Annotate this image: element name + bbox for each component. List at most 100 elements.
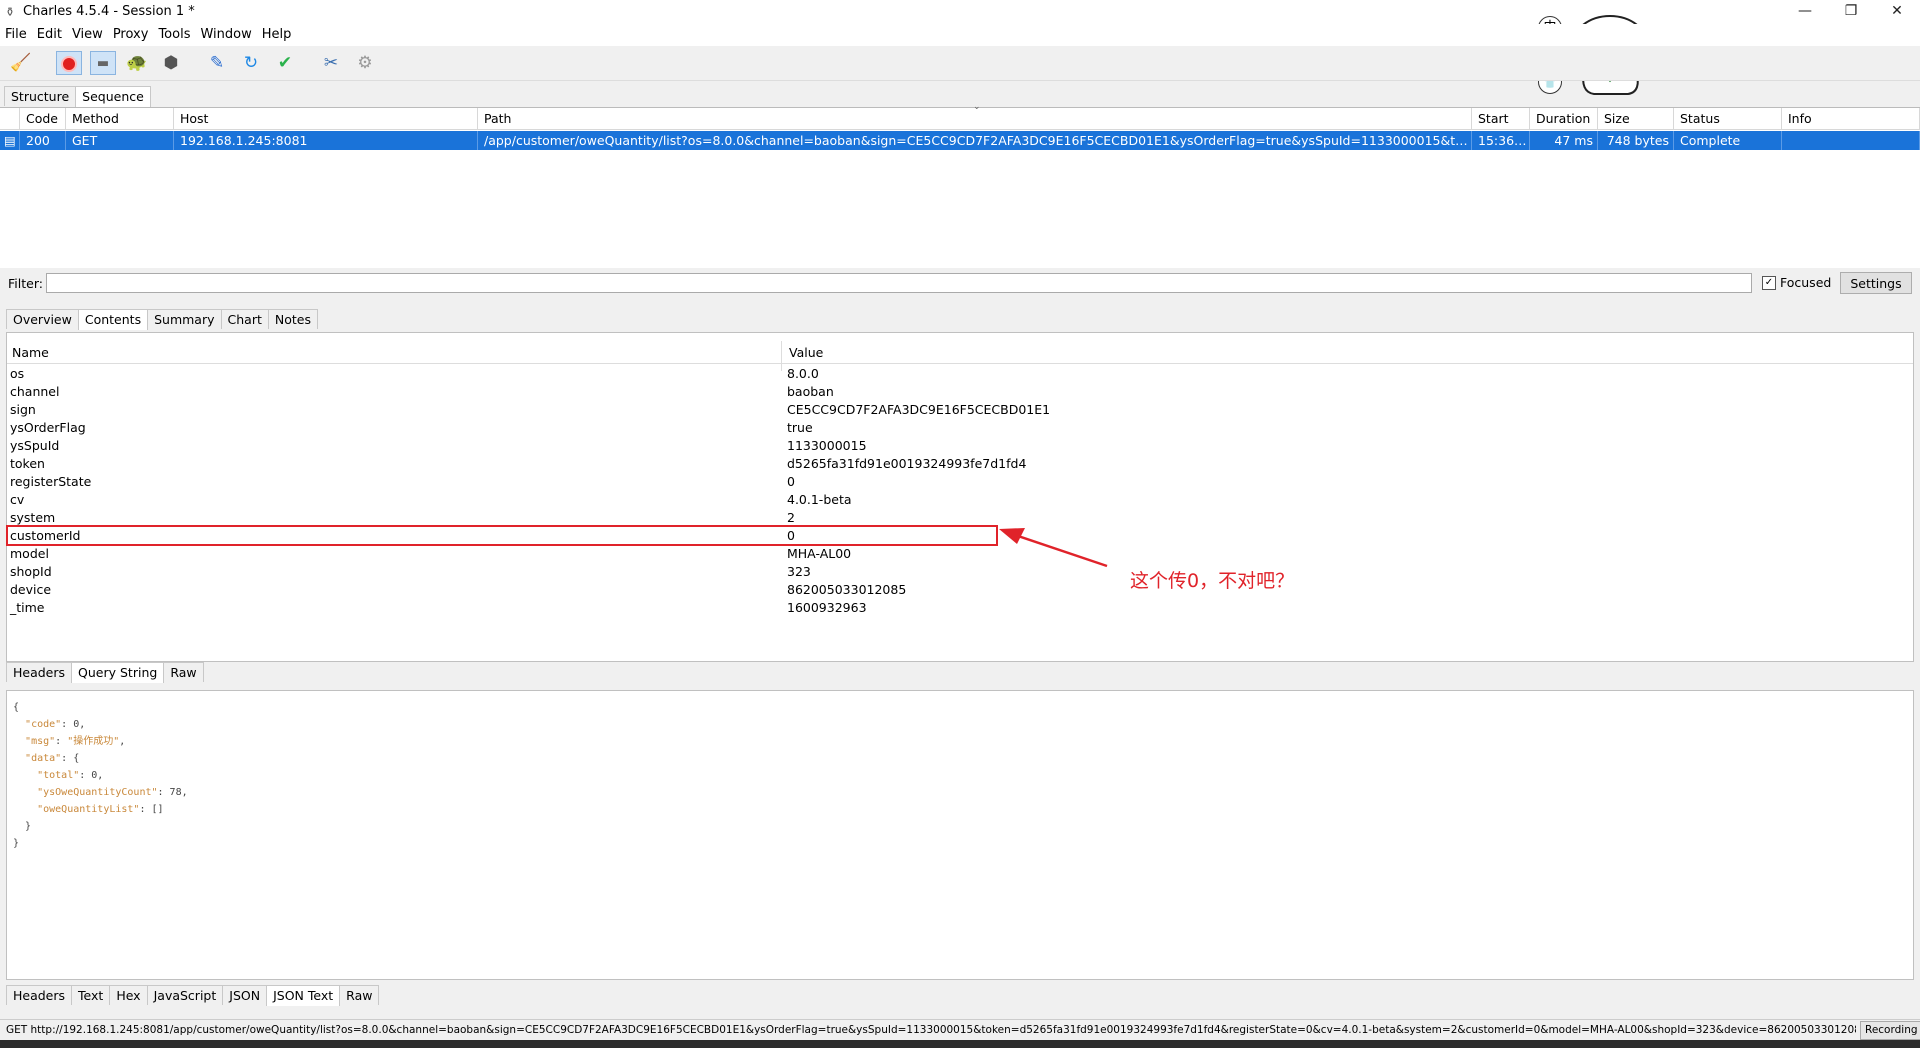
tab-json-text[interactable]: JSON Text bbox=[266, 985, 341, 1006]
app-icon: ⚱ bbox=[5, 5, 16, 19]
menu-edit[interactable]: Edit bbox=[32, 24, 67, 46]
tab-request-raw[interactable]: Raw bbox=[163, 662, 204, 682]
turtle-icon[interactable]: 🐢 bbox=[124, 51, 150, 75]
json-line: "code": 0, bbox=[25, 719, 86, 730]
json-line: "ysOweQuantityCount": 78, bbox=[37, 787, 188, 798]
filter-bar: Filter: ✓ Focused Settings bbox=[0, 268, 1920, 300]
tab-response-raw[interactable]: Raw bbox=[339, 985, 380, 1005]
tab-text[interactable]: Text bbox=[71, 985, 111, 1005]
annotation-arrow bbox=[999, 528, 1108, 568]
json-line: "oweQuantityList": [] bbox=[37, 804, 164, 815]
tab-notes[interactable]: Notes bbox=[267, 309, 318, 329]
params-col-value[interactable]: Value bbox=[789, 345, 823, 360]
close-button[interactable]: ✕ bbox=[1874, 0, 1920, 24]
record-icon[interactable] bbox=[56, 51, 82, 75]
menu-bar: File Edit View Proxy Tools Window Help bbox=[0, 24, 1920, 46]
window-title: Charles 4.5.4 - Session 1 * bbox=[23, 4, 195, 19]
row-host: 192.168.1.245:8081 bbox=[174, 131, 478, 150]
param-row-ysorderflag[interactable]: ysOrderFlag true bbox=[7, 419, 1913, 437]
row-duration: 47 ms bbox=[1530, 131, 1598, 150]
tab-query-string[interactable]: Query String bbox=[71, 662, 165, 683]
col-code[interactable]: Code bbox=[20, 108, 66, 130]
menu-window[interactable]: Window bbox=[195, 24, 256, 46]
tab-javascript[interactable]: JavaScript bbox=[146, 985, 224, 1005]
param-row-model[interactable]: model MHA-AL00 bbox=[7, 545, 1913, 563]
request-tabs: Headers Query String Raw bbox=[6, 662, 204, 683]
maximize-button[interactable]: ❐ bbox=[1828, 0, 1874, 24]
col-status[interactable]: Status bbox=[1674, 108, 1782, 130]
response-json-viewer[interactable]: { "code": 0, "msg": "操作成功", "data": { "t… bbox=[6, 690, 1914, 980]
tab-request-headers[interactable]: Headers bbox=[6, 662, 73, 682]
row-info bbox=[1782, 131, 1920, 150]
json-line: "total": 0, bbox=[37, 770, 104, 781]
param-row-cv[interactable]: cv 4.0.1-beta bbox=[7, 491, 1913, 509]
param-row-shopid[interactable]: shopId 323 bbox=[7, 563, 1913, 581]
json-line: { bbox=[13, 702, 20, 713]
sequence-table: Code Method Host Path Start Duration Siz… bbox=[0, 102, 1920, 268]
minimize-button[interactable]: — bbox=[1782, 0, 1828, 24]
param-row-time[interactable]: _time 1600932963 bbox=[7, 599, 1913, 617]
tab-sequence[interactable]: Sequence bbox=[75, 86, 151, 107]
json-line: "msg": "操作成功", bbox=[25, 736, 126, 747]
table-row[interactable]: ▤ 200 GET 192.168.1.245:8081 /app/custom… bbox=[0, 131, 1920, 150]
focused-label: Focused bbox=[1780, 275, 1832, 290]
menu-view[interactable]: View bbox=[67, 24, 108, 46]
repeat-icon[interactable]: ↻ bbox=[238, 51, 264, 75]
col-icon bbox=[0, 108, 20, 130]
focused-checkbox[interactable]: ✓ bbox=[1762, 276, 1776, 290]
col-method[interactable]: Method bbox=[66, 108, 174, 130]
row-method: GET bbox=[66, 131, 174, 150]
row-status: Complete bbox=[1674, 131, 1782, 150]
settings-button[interactable]: Settings bbox=[1840, 272, 1912, 294]
param-row-registerstate[interactable]: registerState 0 bbox=[7, 473, 1913, 491]
view-tabs: Structure Sequence bbox=[4, 86, 151, 107]
col-info[interactable]: Info bbox=[1782, 108, 1920, 130]
filter-label: Filter: bbox=[8, 276, 43, 291]
document-icon: ▤ bbox=[0, 131, 20, 150]
tab-summary[interactable]: Summary bbox=[147, 309, 222, 329]
param-row-ysspuid[interactable]: ysSpuId 1133000015 bbox=[7, 437, 1913, 455]
recording-indicator[interactable]: Recording bbox=[1860, 1021, 1920, 1040]
row-start: 15:36:03 bbox=[1472, 131, 1530, 150]
compose-pen-icon[interactable]: ✎ bbox=[204, 51, 230, 75]
tab-chart[interactable]: Chart bbox=[220, 309, 269, 329]
customerid-highlight-box bbox=[6, 525, 998, 546]
sort-chevron-icon[interactable]: ⌄ bbox=[973, 102, 981, 112]
col-duration[interactable]: Duration bbox=[1530, 108, 1598, 130]
status-bar: GET http://192.168.1.245:8081/app/custom… bbox=[0, 1019, 1920, 1040]
col-size[interactable]: Size bbox=[1598, 108, 1674, 130]
row-code: 200 bbox=[20, 131, 66, 150]
taskbar-edge bbox=[0, 1040, 1920, 1048]
col-host[interactable]: Host bbox=[174, 108, 478, 130]
tab-response-headers[interactable]: Headers bbox=[6, 985, 73, 1005]
param-row-token[interactable]: token d5265fa31fd91e0019324993fe7d1fd4 bbox=[7, 455, 1913, 473]
param-row-sign[interactable]: sign CE5CC9CD7F2AFA3DC9E16F5CECBD01E1 bbox=[7, 401, 1913, 419]
broom-icon[interactable]: 🧹 bbox=[8, 51, 34, 75]
tab-contents[interactable]: Contents bbox=[77, 309, 149, 330]
menu-file[interactable]: File bbox=[0, 24, 32, 46]
breakpoint-icon[interactable]: ⬢ bbox=[158, 51, 184, 75]
params-col-name[interactable]: Name bbox=[12, 345, 49, 360]
param-row-os[interactable]: os 8.0.0 bbox=[7, 365, 1913, 383]
filter-input[interactable] bbox=[46, 273, 1752, 293]
tab-overview[interactable]: Overview bbox=[6, 309, 79, 329]
col-start[interactable]: Start bbox=[1472, 108, 1530, 130]
menu-help[interactable]: Help bbox=[257, 24, 297, 46]
tab-json[interactable]: JSON bbox=[222, 985, 268, 1005]
query-params-table: Name Value os 8.0.0 channel baoban sign CE5… bbox=[6, 332, 1914, 662]
detail-tabs: Overview Contents Summary Chart Notes bbox=[6, 309, 318, 330]
throttle-icon[interactable]: ▬ bbox=[90, 51, 116, 75]
param-row-device[interactable]: device 862005033012085 bbox=[7, 581, 1913, 599]
tools-icon[interactable]: ✂ bbox=[318, 51, 344, 75]
row-path: /app/customer/oweQuantity/list?os=8.0.0&… bbox=[478, 131, 1472, 150]
annotation-text: 这个传0，不对吧？ bbox=[1130, 570, 1295, 592]
json-line: } bbox=[13, 838, 20, 849]
settings-gear-icon[interactable]: ⚙ bbox=[352, 51, 378, 75]
params-header: Name Value bbox=[7, 341, 1913, 371]
tab-structure[interactable]: Structure bbox=[4, 86, 77, 106]
validate-check-icon[interactable]: ✔ bbox=[272, 51, 298, 75]
menu-tools[interactable]: Tools bbox=[153, 24, 195, 46]
tab-hex[interactable]: Hex bbox=[109, 985, 148, 1005]
param-row-channel[interactable]: channel baoban bbox=[7, 383, 1913, 401]
menu-proxy[interactable]: Proxy bbox=[108, 24, 154, 46]
